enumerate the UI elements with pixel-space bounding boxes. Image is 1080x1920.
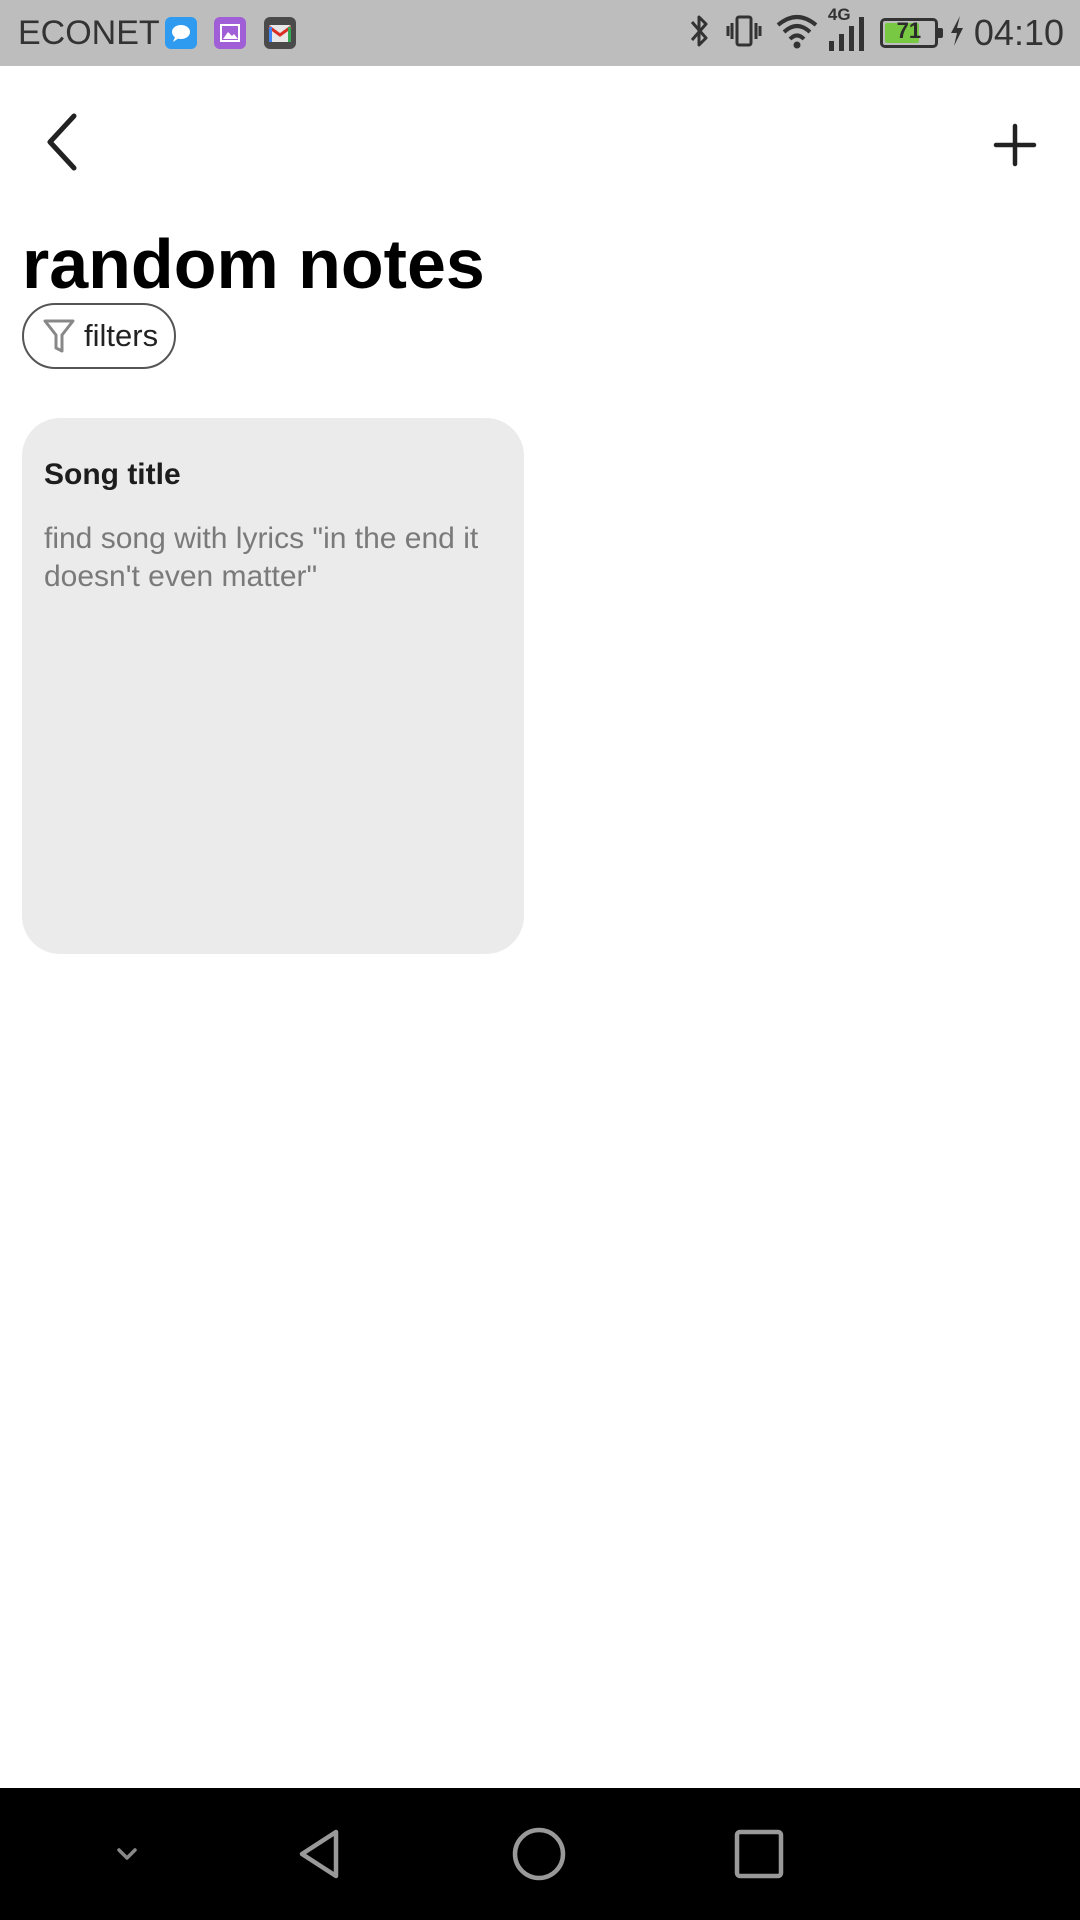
notes-screen: ECONET 4G 71 04:10 random notes filters … (0, 0, 1080, 1920)
note-title: Song title (44, 458, 181, 491)
status-bar: ECONET 4G 71 04:10 (0, 0, 1080, 66)
hide-nav-button[interactable] (87, 1814, 167, 1894)
plus-icon (993, 123, 1037, 167)
filters-button[interactable]: filters (22, 303, 177, 369)
back-triangle-icon (299, 1829, 339, 1879)
gmail-icon (264, 17, 296, 49)
hide-nav-icon (117, 1848, 137, 1860)
battery-icon: 71 (879, 18, 943, 48)
chevron-left-icon (47, 113, 77, 171)
wifi-icon (774, 11, 820, 55)
charging-icon (948, 14, 966, 52)
clock: 04:10 (973, 12, 1064, 53)
vibrate-icon (724, 11, 764, 55)
add-note-button[interactable] (980, 110, 1050, 180)
note-card[interactable]: Song title find song with lyrics "in the… (22, 418, 524, 954)
system-nav-bar (0, 1788, 1080, 1920)
bluetooth-icon (684, 11, 714, 55)
network-type-label: 4G (827, 5, 851, 24)
filters-label: filters (84, 318, 159, 353)
note-body: find song with lyrics "in the end it doe… (44, 522, 479, 593)
home-circle-icon (512, 1827, 566, 1881)
cellular-signal-icon: 4G (826, 5, 870, 57)
gallery-icon (214, 17, 246, 49)
funnel-icon (43, 319, 75, 353)
back-button[interactable] (30, 105, 94, 179)
recents-square-icon (734, 1829, 784, 1879)
page-title: random notes (22, 225, 485, 303)
nav-back-button[interactable] (280, 1814, 360, 1894)
system-status-icons: 4G 71 04:10 (684, 0, 1064, 66)
nav-recents-button[interactable] (719, 1814, 799, 1894)
messages-icon (165, 17, 197, 49)
nav-home-button[interactable] (499, 1814, 579, 1894)
carrier-name: ECONET (18, 14, 160, 52)
battery-percent: 71 (896, 18, 922, 43)
